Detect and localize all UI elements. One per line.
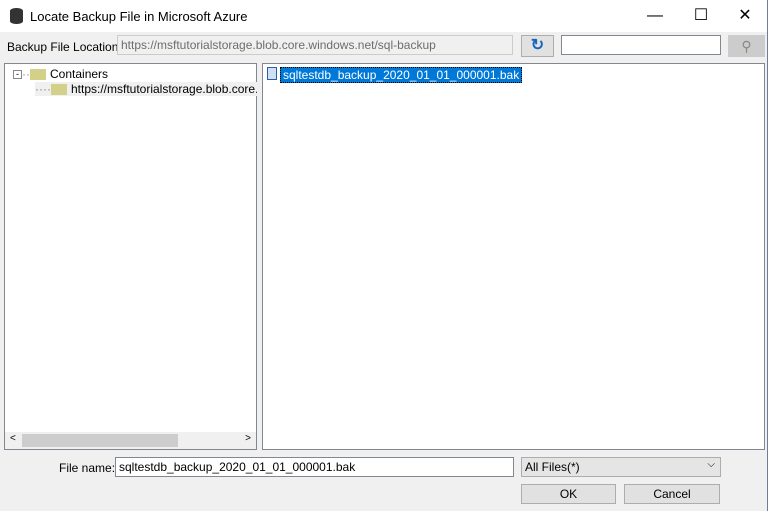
location-field[interactable]: https://msftutorialstorage.blob.core.win… — [117, 35, 513, 55]
tree-node-containers[interactable]: - ·· Containers — [13, 67, 108, 81]
refresh-icon: ↻ — [530, 37, 545, 54]
horizontal-scrollbar[interactable]: < > — [5, 432, 256, 449]
location-label: Backup File Location — [7, 40, 119, 54]
file-type-select[interactable]: All Files(*) ⌵ — [521, 457, 721, 477]
search-input[interactable] — [561, 35, 721, 55]
collapse-icon[interactable]: - — [13, 70, 22, 80]
container-tree: - ·· Containers ···· https://msftutorialsto… — [4, 63, 257, 450]
filename-input[interactable]: sqltestdb_backup_2020_01_01_000001.bak — [115, 457, 514, 477]
scrollbar-thumb[interactable] — [22, 434, 178, 447]
maximize-button[interactable]: ☐ — [678, 0, 724, 32]
title-bar: Locate Backup File in Microsoft Azure — … — [0, 0, 767, 32]
tree-node-container[interactable]: ···· https://msftutorialstorage.blob.core… — [35, 82, 257, 96]
search-button[interactable]: ⚲ — [728, 35, 765, 57]
folder-icon — [50, 84, 67, 96]
scroll-right-icon[interactable]: > — [245, 433, 251, 444]
file-list: sqltestdb_backup_2020_01_01_000001.bak — [262, 63, 765, 450]
file-type-value: All Files(*) — [525, 460, 580, 474]
magnifier-icon: ⚲ — [741, 38, 752, 54]
background-window — [768, 0, 773, 511]
close-button[interactable]: ✕ — [722, 0, 768, 32]
scroll-left-icon[interactable]: < — [10, 433, 16, 444]
folder-icon — [30, 69, 46, 81]
minimize-button[interactable]: — — [632, 0, 678, 32]
cancel-button[interactable]: Cancel — [624, 484, 720, 504]
refresh-button[interactable]: ↻ — [521, 35, 554, 57]
ok-button[interactable]: OK — [521, 484, 616, 504]
filename-label: File name: — [59, 461, 116, 475]
tree-node-label: https://msftutorialstorage.blob.core.win… — [70, 82, 257, 96]
database-icon — [10, 8, 23, 24]
file-item[interactable]: sqltestdb_backup_2020_01_01_000001.bak — [280, 67, 523, 83]
dialog-window: Locate Backup File in Microsoft Azure — … — [0, 0, 768, 511]
tree-node-label: Containers — [50, 67, 109, 81]
window-title: Locate Backup File in Microsoft Azure — [30, 9, 248, 24]
file-icon — [267, 67, 277, 80]
chevron-down-icon: ⌵ — [707, 459, 715, 470]
